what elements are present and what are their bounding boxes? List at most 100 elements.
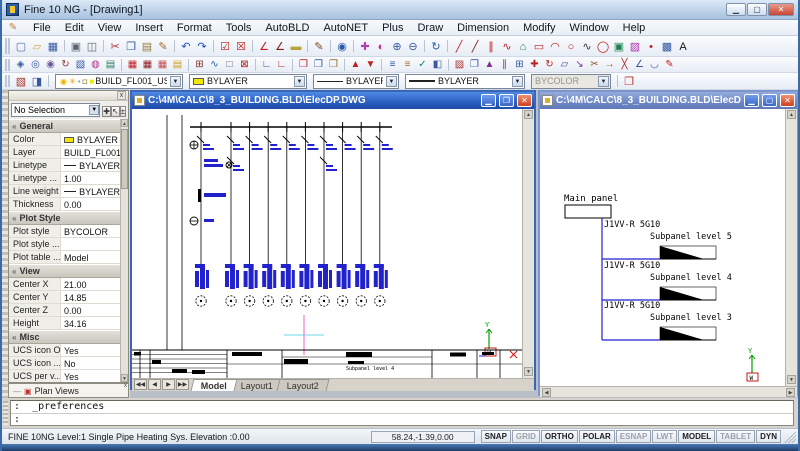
trim-icon[interactable]: ✂ (587, 58, 602, 71)
arc-icon[interactable]: ◠ (547, 39, 563, 54)
layer-properties-icon[interactable]: ▧ (13, 74, 29, 89)
tree-item-plan-views[interactable]: — ▣ Plan Views (9, 384, 128, 396)
drawing-canvas-elecdp[interactable]: YWSubpanel level 4 (132, 109, 522, 378)
doc2-title-bar[interactable]: C:\4M\CALC\8_3_BUILDING.BLD\ElecDD.dwg ▁… (540, 92, 797, 109)
bulb-icon[interactable]: ◉ (60, 77, 67, 86)
scroll-right-icon[interactable]: ▶ (786, 388, 795, 397)
minimize-button[interactable]: ▁ (726, 3, 746, 16)
command-box[interactable]: : _preferences : (10, 400, 794, 426)
copy-properties-icon[interactable]: ❐ (621, 74, 637, 89)
close-icon[interactable]: x (117, 91, 126, 100)
rectangle-icon[interactable]: ▭ (531, 39, 547, 54)
new-icon[interactable]: ▢ (13, 39, 29, 54)
break-icon[interactable]: ╳ (617, 58, 632, 71)
multiline-icon[interactable]: ∥ (483, 39, 499, 54)
print-icon[interactable]: ▣ (68, 39, 84, 54)
chevron-down-icon[interactable]: ▼ (294, 76, 305, 87)
lock-icon[interactable]: ◘ (83, 77, 88, 86)
property-value[interactable]: 34.16 (61, 317, 120, 329)
edit-pencil-icon[interactable]: ✎ (662, 58, 677, 71)
title-bar[interactable]: Fine 10 NG - [Drawing1] ▁ ▢ ✕ (2, 0, 798, 20)
toggle-polar[interactable]: POLAR (579, 430, 615, 443)
tab-last-button[interactable]: ▶▶ (176, 379, 189, 390)
menu-draw[interactable]: Draw (410, 21, 450, 35)
zoom-center-icon[interactable]: ◉ (43, 58, 58, 71)
menu-tools[interactable]: Tools (219, 21, 259, 35)
doc-close-button[interactable]: ✕ (780, 94, 795, 107)
refresh-icon[interactable]: ↻ (428, 39, 444, 54)
copy-view-icon[interactable]: ❐ (311, 58, 326, 71)
doc-minimize-button[interactable]: ▁ (744, 94, 759, 107)
menu-format[interactable]: Format (170, 21, 219, 35)
red-cell-icon[interactable]: ⊠ (237, 58, 252, 71)
array-icon[interactable]: ⊞ (512, 58, 527, 71)
polygon-icon[interactable]: ⌂ (515, 39, 531, 54)
menu-window[interactable]: Window (563, 21, 616, 35)
scale-icon[interactable]: ▱ (557, 58, 572, 71)
zoom-window-icon[interactable]: ◈ (13, 58, 28, 71)
viewport-grid-icon[interactable]: ⊞ (192, 58, 207, 71)
quick-select-icon[interactable]: ✚ (102, 106, 111, 117)
property-value[interactable]: 0.00 (61, 198, 120, 210)
scroll-up-icon[interactable]: ▲ (121, 119, 128, 127)
zoom-in-icon[interactable]: ⊕ (389, 39, 405, 54)
ucs-origin-icon[interactable]: ∟ (274, 58, 289, 71)
layers-edit-icon[interactable]: ≡ (400, 58, 415, 71)
properties-scrollbar[interactable]: ▲ ▼ (120, 119, 128, 382)
layout-table-1-icon[interactable]: ▦ (125, 58, 140, 71)
toggle-lwt[interactable]: LWT (652, 430, 677, 443)
scrollbar-thumb[interactable] (121, 129, 128, 189)
tab-model[interactable]: Model (191, 379, 238, 391)
toolbar-grip[interactable] (5, 75, 10, 88)
toggle-tablet[interactable]: TABLET (716, 430, 755, 443)
menu-plus[interactable]: Plus (375, 21, 410, 35)
layer-manager-icon[interactable]: ◨ (29, 74, 45, 89)
section-header-misc[interactable]: «Misc (9, 330, 120, 344)
layout-table-2-icon[interactable]: ▦ (140, 58, 155, 71)
scroll-down-icon[interactable]: ▼ (524, 367, 533, 376)
property-value[interactable] (61, 238, 120, 250)
pan-icon[interactable]: ✚ (357, 39, 373, 54)
doc-minimize-button[interactable]: ▁ (481, 94, 496, 107)
toolbar-grip[interactable] (5, 59, 10, 71)
open-icon[interactable]: ▱ (29, 39, 45, 54)
doc-close-button[interactable]: ✕ (517, 94, 532, 107)
layer-color-chip-icon[interactable]: ■ (89, 77, 94, 86)
menu-dimension[interactable]: Dimension (450, 21, 516, 35)
copy-object-icon[interactable]: ❐ (467, 58, 482, 71)
erase-icon[interactable]: ▨ (452, 58, 467, 71)
construction-line-icon[interactable]: ╱ (467, 39, 483, 54)
menu-autonet[interactable]: AutoNET (316, 21, 375, 35)
sun-icon[interactable]: ✳ (69, 77, 76, 86)
close-icon[interactable]: x (124, 383, 127, 389)
freehand-icon[interactable]: ∿ (207, 58, 222, 71)
chamfer-icon[interactable]: ∠ (632, 58, 647, 71)
scroll-left-icon[interactable]: ◀ (542, 388, 551, 397)
spline-icon[interactable]: ∿ (579, 39, 595, 54)
chevron-down-icon[interactable]: ▼ (89, 105, 99, 115)
property-value[interactable]: BUILD_FL001_ (61, 146, 120, 158)
layout-table-4-icon[interactable]: ▤ (170, 58, 185, 71)
property-value[interactable]: BYLAYER (61, 185, 120, 197)
layers-list-icon[interactable]: ≡ (385, 58, 400, 71)
layer-states-icon[interactable]: ◧ (430, 58, 445, 71)
toggle-esnap[interactable]: ESNAP (616, 430, 652, 443)
chevron-down-icon[interactable]: ▼ (512, 76, 523, 87)
print-preview-icon[interactable]: ◫ (84, 39, 100, 54)
stretch-icon[interactable]: ↘ (572, 58, 587, 71)
layer-check-icon[interactable]: ✓ (415, 58, 430, 71)
region-icon[interactable]: ▩ (659, 39, 675, 54)
pick-object-icon[interactable]: ↖ (111, 106, 120, 117)
property-value[interactable]: 14.85 (61, 291, 120, 303)
offset-icon[interactable]: ∥ (497, 58, 512, 71)
menu-autobld[interactable]: AutoBLD (258, 21, 316, 35)
move-icon[interactable]: ✚ (527, 58, 542, 71)
chevron-down-icon[interactable]: ▼ (386, 76, 397, 87)
doc2-vertical-scrollbar[interactable]: ▲ ▼ (785, 109, 797, 386)
extend-icon[interactable]: → (602, 58, 617, 71)
zoom-realtime-icon[interactable]: ◉ (334, 39, 350, 54)
zoom-object-icon[interactable]: ◐ (373, 39, 389, 54)
tab-first-button[interactable]: ◀◀ (134, 379, 147, 390)
toggle-snap[interactable]: SNAP (481, 430, 511, 443)
tab-next-button[interactable]: ▶ (162, 379, 175, 390)
